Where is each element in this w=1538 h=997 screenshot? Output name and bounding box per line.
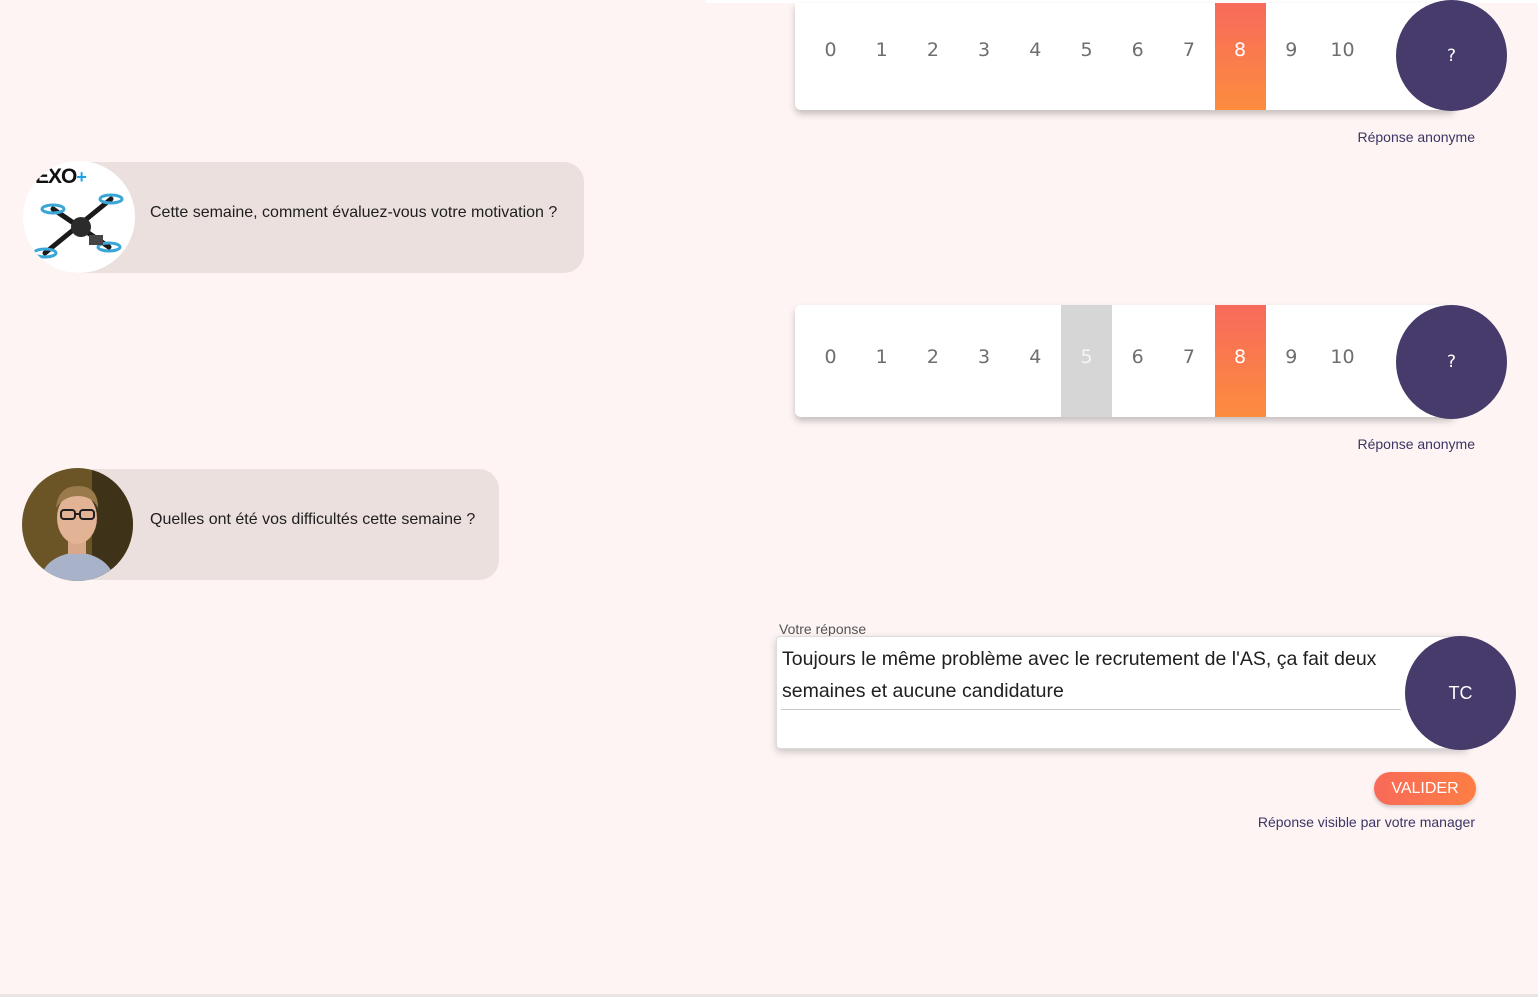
rating-scale-2: 0 1 2 3 4 5 6 7 8 9 10: [795, 305, 1455, 417]
anonymous-note-2: Réponse anonyme: [1357, 436, 1475, 452]
rating-2-option-5[interactable]: 5: [1061, 305, 1112, 417]
rating-1-option-2[interactable]: 2: [907, 3, 958, 110]
rating-1-option-10[interactable]: 10: [1317, 3, 1368, 110]
rating-1-option-6[interactable]: 6: [1112, 3, 1163, 110]
person-photo-icon: [22, 468, 133, 581]
visibility-note: Réponse visible par votre manager: [1257, 814, 1475, 830]
help-button-1[interactable]: ?: [1396, 0, 1507, 111]
rating-2-option-1[interactable]: 1: [856, 305, 907, 417]
answer-field[interactable]: Toujours le même problème avec le recrut…: [776, 636, 1468, 749]
rating-scale-1: 0 1 2 3 4 5 6 7 8 9 10: [795, 3, 1455, 110]
rating-1-option-4[interactable]: 4: [1010, 3, 1061, 110]
question-text-2: Quelles ont été vos difficultés cette se…: [150, 511, 476, 528]
rating-1-option-8[interactable]: 8: [1214, 3, 1266, 110]
rating-2-option-8[interactable]: 8: [1214, 305, 1266, 417]
help-button-2[interactable]: ?: [1396, 305, 1507, 419]
rating-2-option-4[interactable]: 4: [1010, 305, 1061, 417]
user-avatar: TC: [1405, 636, 1516, 750]
answer-underline: [781, 709, 1401, 710]
question-text-1: Cette semaine, comment évaluez-vous votr…: [150, 204, 558, 221]
rating-1-option-0[interactable]: 0: [805, 3, 856, 110]
rating-2-option-6[interactable]: 6: [1112, 305, 1163, 417]
rating-2-option-2[interactable]: 2: [907, 305, 958, 417]
answer-text[interactable]: Toujours le même problème avec le recrut…: [782, 643, 1397, 707]
rating-2-option-10[interactable]: 10: [1317, 305, 1368, 417]
rating-1-option-1[interactable]: 1: [856, 3, 907, 110]
manager-avatar: [22, 468, 133, 581]
rating-1-option-7[interactable]: 7: [1163, 3, 1214, 110]
rating-1-option-5[interactable]: 5: [1061, 3, 1112, 110]
rating-1-option-3[interactable]: 3: [959, 3, 1010, 110]
rating-2-option-7[interactable]: 7: [1163, 305, 1214, 417]
drone-icon: [32, 193, 124, 259]
anonymous-note-1: Réponse anonyme: [1357, 129, 1475, 145]
validate-button[interactable]: VALIDER: [1374, 772, 1476, 805]
rating-1-option-9[interactable]: 9: [1266, 3, 1317, 110]
bot-avatar: EXO+: [23, 161, 135, 273]
rating-2-option-3[interactable]: 3: [959, 305, 1010, 417]
rating-2-option-9[interactable]: 9: [1266, 305, 1317, 417]
rating-2-option-0[interactable]: 0: [805, 305, 856, 417]
answer-label: Votre réponse: [779, 621, 867, 637]
question-bubble-1: Cette semaine, comment évaluez-vous votr…: [56, 162, 584, 273]
